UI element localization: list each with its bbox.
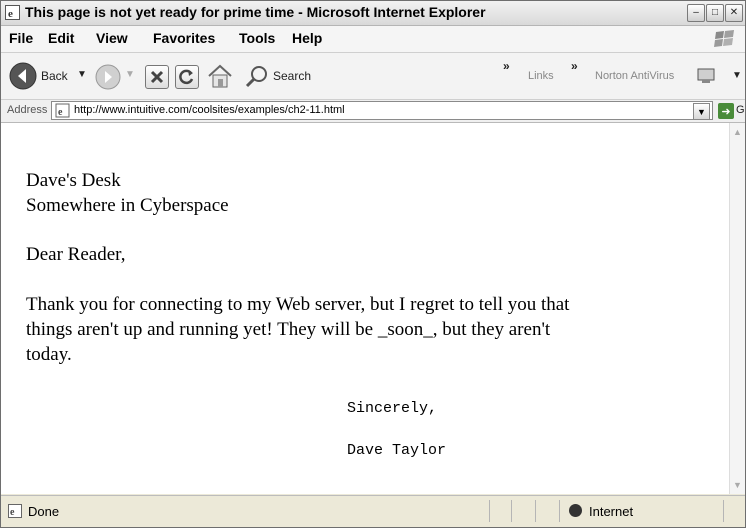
- scroll-up-icon[interactable]: ▲: [730, 124, 745, 140]
- scroll-down-icon[interactable]: ▼: [730, 477, 745, 493]
- page-icon: e: [55, 103, 70, 118]
- title-bar: e This page is not yet ready for prime t…: [1, 1, 745, 26]
- links-chevron-icon[interactable]: »: [571, 59, 578, 73]
- minimize-button[interactable]: –: [687, 4, 705, 22]
- svg-text:e: e: [58, 107, 63, 118]
- body-line-3: today.: [26, 344, 72, 365]
- status-divider: [535, 500, 536, 522]
- internet-explorer-icon: e: [5, 5, 20, 20]
- address-input[interactable]: e http://www.intuitive.com/coolsites/exa…: [51, 101, 713, 120]
- maximize-button[interactable]: □: [706, 4, 724, 22]
- menu-favorites[interactable]: Favorites: [153, 30, 215, 46]
- menu-file[interactable]: File: [9, 30, 33, 46]
- close-button[interactable]: ✕: [725, 4, 743, 22]
- security-zone-label: Internet: [589, 504, 634, 519]
- browser-window: e This page is not yet ready for prime t…: [0, 0, 746, 528]
- go-arrow-icon[interactable]: ➜: [718, 103, 734, 119]
- refresh-icon: [179, 69, 194, 85]
- norton-icon[interactable]: [697, 67, 717, 85]
- back-label: Back: [41, 69, 68, 83]
- menu-view[interactable]: View: [96, 30, 128, 46]
- salutation: Dear Reader,: [26, 244, 126, 265]
- norton-antivirus-label[interactable]: Norton AntiVirus: [595, 70, 674, 82]
- norton-dropdown-icon[interactable]: ▼: [732, 70, 742, 81]
- links-label[interactable]: Links: [528, 70, 554, 82]
- address-label: Address: [7, 104, 48, 116]
- refresh-button[interactable]: [175, 65, 199, 89]
- vertical-scrollbar[interactable]: ▲ ▼: [729, 123, 745, 494]
- back-dropdown-icon[interactable]: ▼: [77, 69, 87, 80]
- svg-text:e: e: [10, 507, 15, 518]
- address-bar: Address e http://www.intuitive.com/cools…: [1, 100, 745, 123]
- internet-zone-icon: [569, 504, 582, 517]
- status-divider: [511, 500, 512, 522]
- status-divider: [559, 500, 560, 522]
- menu-tools[interactable]: Tools: [239, 30, 275, 46]
- forward-arrow-icon[interactable]: [95, 64, 121, 90]
- go-label[interactable]: Go: [736, 104, 745, 116]
- stop-icon: [150, 70, 164, 84]
- signature: Dave Taylor: [347, 442, 447, 459]
- status-bar: e Done Internet: [1, 495, 745, 527]
- menu-bar: File Edit View Favorites Tools Help: [1, 26, 745, 53]
- search-label: Search: [273, 69, 312, 83]
- search-icon: [245, 66, 267, 88]
- status-divider: [489, 500, 490, 522]
- heading-location: Somewhere in Cyberspace: [26, 195, 229, 216]
- stop-button[interactable]: [145, 65, 169, 89]
- home-icon[interactable]: [206, 63, 234, 89]
- body-line-2: things aren't up and running yet! They w…: [26, 319, 551, 340]
- page-content: Dave's Desk Somewhere in Cyberspace Dear…: [1, 123, 729, 494]
- windows-logo-icon: [714, 30, 734, 47]
- menu-edit[interactable]: Edit: [48, 30, 74, 46]
- address-dropdown-icon[interactable]: ▼: [693, 103, 710, 120]
- body-line-1: Thank you for connecting to my Web serve…: [26, 294, 570, 315]
- back-arrow-icon: [9, 62, 37, 90]
- window-title: This page is not yet ready for prime tim…: [25, 4, 486, 20]
- heading-name: Dave's Desk: [26, 170, 121, 191]
- address-url: http://www.intuitive.com/coolsites/examp…: [74, 104, 345, 116]
- status-divider: [723, 500, 724, 522]
- page-done-icon: e: [8, 504, 22, 518]
- menu-help[interactable]: Help: [292, 30, 322, 46]
- closing: Sincerely,: [347, 400, 438, 417]
- forward-dropdown-icon[interactable]: ▼: [125, 69, 135, 80]
- status-text: Done: [28, 504, 60, 519]
- svg-text:e: e: [8, 8, 13, 20]
- toolbar-chevron-icon[interactable]: »: [503, 59, 510, 73]
- toolbar: Back ▼ ▼ Search » Links » Norton AntiVir…: [1, 53, 745, 100]
